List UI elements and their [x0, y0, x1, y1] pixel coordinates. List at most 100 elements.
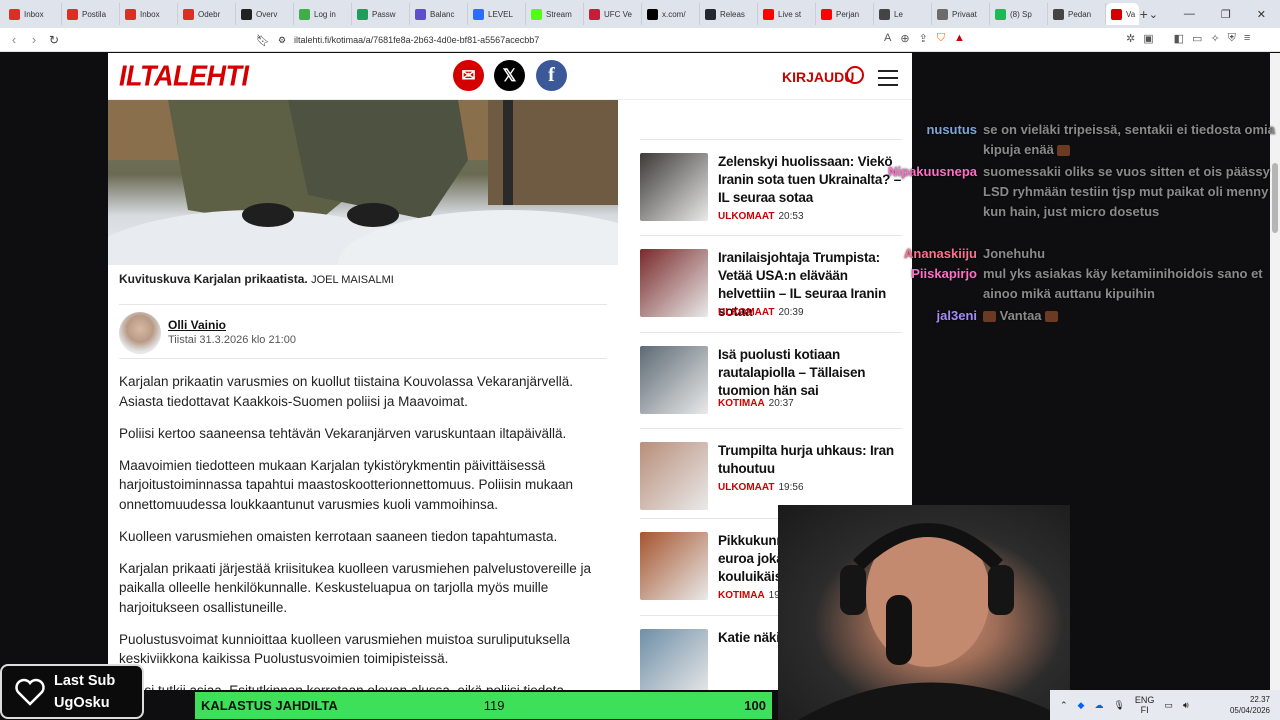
brave-shield-icon[interactable]: ⛉	[937, 32, 945, 45]
tab-favicon-icon	[879, 8, 890, 20]
browser-tab[interactable]: Overv	[236, 3, 294, 25]
tab-label: Pedan	[1068, 9, 1092, 19]
browser-tab[interactable]: LEVEL	[468, 3, 526, 25]
tab-favicon-icon	[473, 8, 484, 20]
news-category[interactable]: ULKOMAAT	[718, 482, 774, 493]
network-icon[interactable]: ▭	[1164, 700, 1173, 711]
new-tab-button[interactable]: +	[1139, 6, 1149, 22]
facebook-share-icon[interactable]: f	[536, 60, 567, 91]
browser-tab[interactable]: Postila	[62, 3, 120, 25]
tab-active[interactable]: Va ✕	[1106, 3, 1139, 25]
chat-username[interactable]: nusutus	[926, 122, 977, 137]
rewards-icon[interactable]: ▲	[954, 32, 965, 45]
system-clock[interactable]: 22.37 05/04/2026	[1230, 694, 1280, 716]
news-thumbnail[interactable]	[640, 532, 708, 600]
login-link[interactable]: KIRJAUDU	[782, 69, 854, 85]
news-category[interactable]: ULKOMAAT	[718, 211, 774, 222]
browser-tab[interactable]: Perjan	[816, 3, 874, 25]
news-thumbnail[interactable]	[640, 249, 708, 317]
fishing-value: 119	[483, 698, 505, 713]
browser-tab[interactable]: x.com/	[642, 3, 700, 25]
browser-tab[interactable]: Le	[874, 3, 932, 25]
news-title[interactable]: Zelenskyi huolissaan: Viekö Iranin sota …	[718, 153, 902, 207]
browser-tab[interactable]: UFC Ve	[584, 3, 642, 25]
article-paragraph: Puolustusvoimat kunnioittaa kuolleen var…	[119, 631, 570, 667]
news-thumbnail[interactable]	[640, 153, 708, 221]
streamer-image	[798, 523, 1070, 720]
leo-ai-icon[interactable]: ✧	[1210, 32, 1219, 45]
chat-text: Jonehuhu	[983, 246, 1046, 261]
chat-username[interactable]: Nipakuusnepa	[888, 164, 977, 179]
news-title[interactable]: Trumpilta hurja uhkaus: Iran tuhoutuu	[718, 442, 902, 478]
close-window-button[interactable]: ✕	[1257, 8, 1266, 21]
browser-tab[interactable]: Privaat	[932, 3, 990, 25]
email-share-icon[interactable]: ✉	[453, 60, 484, 91]
browser-tab-bar: Inbox Postila Inbox Odebr Overv Log in Passw Ba…	[0, 0, 1280, 28]
news-category[interactable]: KOTIMAA	[718, 590, 765, 601]
forward-icon[interactable]: ›	[24, 32, 44, 47]
wallet-icon[interactable]: ▭	[1192, 32, 1202, 45]
browser-tab[interactable]: Stream	[526, 3, 584, 25]
onedrive-icon[interactable]: ☁	[1094, 700, 1103, 711]
mic-icon[interactable]: 🎙︎	[1113, 700, 1124, 711]
tab-label: Passw	[372, 9, 396, 19]
minimize-button[interactable]: —	[1184, 8, 1195, 21]
menu-icon[interactable]: ≡	[1244, 32, 1250, 45]
news-title[interactable]: Isä puolusti kotiaan rautalapiolla – Täl…	[718, 346, 902, 400]
maximize-button[interactable]: ❐	[1221, 8, 1231, 21]
back-icon[interactable]: ‹	[4, 32, 24, 47]
tab-favicon-icon	[183, 8, 194, 20]
browser-tab[interactable]: Pedan	[1048, 3, 1106, 25]
tab-search-icon[interactable]: ⌄	[1149, 8, 1158, 21]
browser-tab[interactable]: (8) Sp	[990, 3, 1048, 25]
news-thumbnail[interactable]	[640, 442, 708, 510]
hamburger-menu-icon[interactable]	[878, 70, 898, 91]
browser-tab[interactable]: Inbox	[4, 3, 62, 25]
news-meta: ULKOMAAT 20:39	[718, 307, 804, 318]
chat-text: suomessakii oliks se vuos sitten et ois …	[983, 164, 1270, 219]
tab-label: Le	[894, 9, 903, 19]
article-paragraph: Kuolleen varusmiehen omaisten kerrotaan …	[119, 528, 558, 544]
site-info-icon[interactable]: ⚙︎	[278, 35, 286, 46]
browser-tab[interactable]: Log in	[294, 3, 352, 25]
tab-label: Va	[1126, 9, 1136, 19]
chat-username[interactable]: jal3eni	[937, 308, 977, 323]
tab-favicon-icon	[647, 8, 658, 20]
language-indicator[interactable]: ENG FI	[1135, 695, 1155, 715]
user-icon[interactable]	[846, 66, 864, 84]
news-category[interactable]: KOTIMAA	[718, 398, 765, 409]
chat-username[interactable]: Ananaskiiju	[904, 246, 977, 261]
reading-list-icon[interactable]: ▣	[1143, 32, 1153, 45]
fishing-label: KALASTUS JAHDILTA	[201, 698, 338, 713]
zoom-icon[interactable]: ⊕	[900, 32, 909, 45]
chat-text-wrap: Vantaa	[983, 306, 1275, 326]
extensions-icon[interactable]: ✲	[1126, 32, 1135, 45]
volume-icon[interactable]: 🔊︎	[1183, 700, 1189, 711]
chat-username[interactable]: Piiskapirjo	[911, 266, 977, 281]
site-logo[interactable]: ILTALEHTI	[119, 60, 249, 93]
address-actions: A ⊕ ⇪ ⛉ ▲	[884, 32, 965, 45]
reload-icon[interactable]: ↻	[44, 33, 64, 47]
dropbox-icon[interactable]: ◆	[1078, 700, 1085, 711]
browser-tab[interactable]: Odebr	[178, 3, 236, 25]
browser-tab[interactable]: Passw	[352, 3, 410, 25]
author-name-link[interactable]: Olli Vainio	[168, 318, 226, 332]
news-category[interactable]: ULKOMAAT	[718, 307, 774, 318]
x-share-icon[interactable]: 𝕏	[494, 60, 525, 91]
share-icon[interactable]: ⇪	[919, 32, 928, 45]
news-thumbnail[interactable]	[640, 629, 708, 690]
browser-tab[interactable]: Live st	[758, 3, 816, 25]
browser-tab[interactable]: Releas	[700, 3, 758, 25]
tray-chevron-icon[interactable]: ⌃	[1060, 700, 1068, 711]
browser-tab[interactable]: Inbox	[120, 3, 178, 25]
clock-time: 22.37	[1249, 695, 1270, 704]
author-avatar[interactable]	[119, 312, 161, 354]
news-thumbnail[interactable]	[640, 346, 708, 414]
translate-icon[interactable]: A	[884, 32, 891, 45]
browser-tab[interactable]: Balanc	[410, 3, 468, 25]
article-paragraph: Karjalan prikaati järjestää kriisitukea …	[119, 560, 591, 615]
bookmark-icon[interactable]: 🔖︎	[256, 34, 270, 47]
vpn-icon[interactable]: ⛨	[1228, 32, 1236, 45]
sidebar-icon[interactable]: ◧	[1174, 32, 1184, 45]
caption-text: Kuvituskuva Karjalan prikaatista.	[119, 272, 308, 286]
